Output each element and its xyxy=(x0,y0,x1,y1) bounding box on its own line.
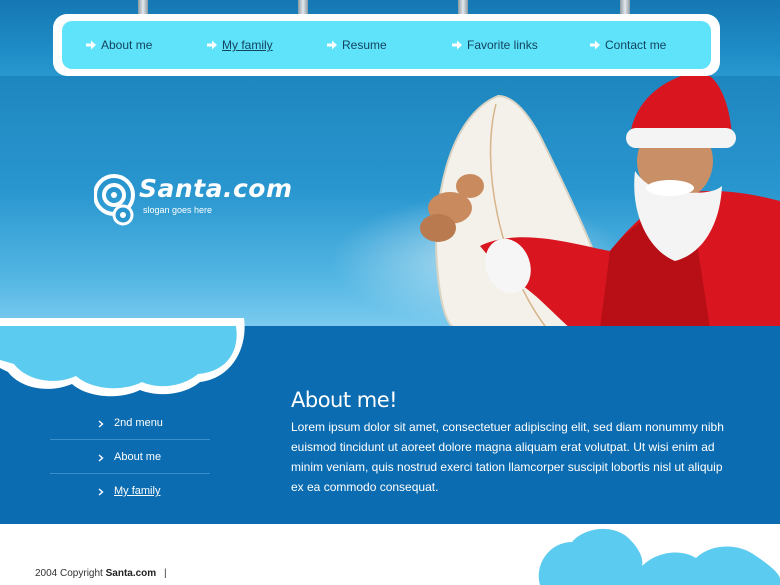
concentric-circles-logo-icon xyxy=(94,174,135,226)
arrow-right-icon xyxy=(327,40,337,50)
hero-banner: Santa.com slogan goes here xyxy=(0,76,780,328)
sidebar-menu: 2nd menu About me My family xyxy=(50,406,210,508)
nav-label: Resume xyxy=(342,38,387,52)
nav-label: Favorite links xyxy=(467,38,538,52)
nav-label: About me xyxy=(101,38,153,52)
sidebar-item-label: About me xyxy=(114,450,162,463)
copyright-separator: | xyxy=(163,568,167,579)
logo-name: Santa.com xyxy=(139,174,293,203)
page: About me My family Resume Favorite links… xyxy=(0,0,780,585)
arrow-right-icon xyxy=(452,40,462,50)
sidebar-item-about-me[interactable]: About me xyxy=(50,440,210,474)
sidebar-item-my-family[interactable]: My family xyxy=(50,474,210,508)
site-logo[interactable]: Santa.com slogan goes here xyxy=(94,174,314,234)
copyright: 2004 Copyright Santa.com | xyxy=(35,568,167,579)
copyright-brand[interactable]: Santa.com xyxy=(106,568,157,579)
chevron-right-icon xyxy=(98,488,104,496)
cloud-decoration xyxy=(0,318,245,397)
chevron-right-icon xyxy=(98,420,104,428)
logo-slogan: slogan goes here xyxy=(143,205,213,215)
arrow-right-icon xyxy=(207,40,217,50)
nav-label: Contact me xyxy=(605,38,667,52)
nav-item-favorite-links[interactable]: Favorite links xyxy=(452,38,538,52)
article-title: About me! xyxy=(291,388,398,412)
copyright-prefix: 2004 Copyright xyxy=(35,568,103,579)
arrow-right-icon xyxy=(590,40,600,50)
chevron-right-icon xyxy=(98,454,104,462)
sidebar-item-label: 2nd menu xyxy=(114,416,163,429)
sidebar-item-2nd-menu[interactable]: 2nd menu xyxy=(50,406,210,440)
main-article: About me! Lorem ipsum dolor sit amet, co… xyxy=(291,388,731,497)
nav-label: My family xyxy=(222,38,273,52)
santa-surfer-illustration xyxy=(420,76,780,328)
top-navigation: About me My family Resume Favorite links… xyxy=(53,14,720,76)
arrow-right-icon xyxy=(86,40,96,50)
nav-item-resume[interactable]: Resume xyxy=(327,38,387,52)
article-body: Lorem ipsum dolor sit amet, consectetuer… xyxy=(291,420,724,494)
nav-item-about-me[interactable]: About me xyxy=(86,38,152,52)
nav-item-contact-me[interactable]: Contact me xyxy=(590,38,666,52)
nav-bar: About me My family Resume Favorite links… xyxy=(62,21,711,69)
nav-item-my-family[interactable]: My family xyxy=(207,38,273,52)
sidebar-item-label: My family xyxy=(114,485,161,497)
footer-cloud-decoration xyxy=(538,528,780,585)
